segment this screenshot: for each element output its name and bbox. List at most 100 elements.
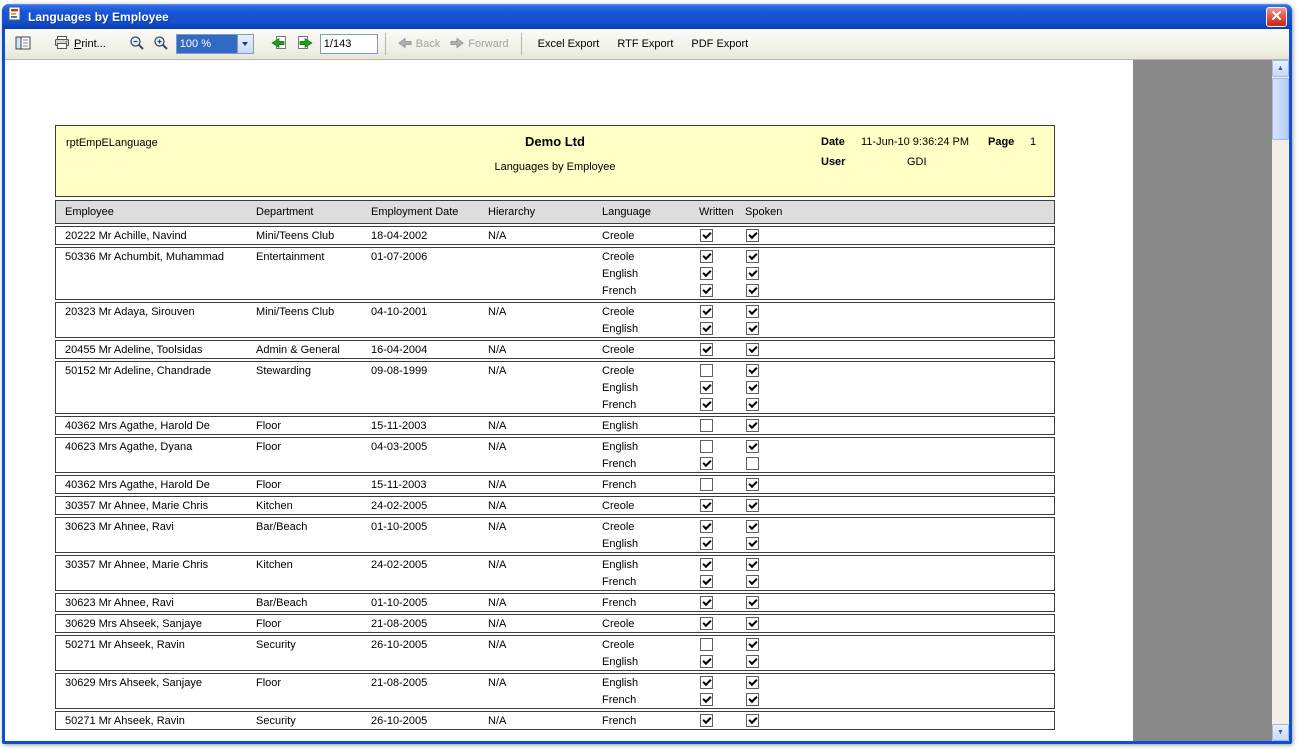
- scroll-down-button[interactable]: ▼: [1272, 724, 1289, 741]
- department-cell: Kitchen: [256, 499, 293, 512]
- table-row: English: [56, 653, 1054, 670]
- table-row: 40362 Mrs Agathe, Harold De Floor 15-11-20…: [56, 476, 1054, 493]
- language-cell: French: [602, 693, 637, 706]
- table-row: French: [56, 282, 1054, 299]
- toggle-group-tree-button[interactable]: [11, 32, 35, 56]
- employment-date-cell: 16-04-2004: [371, 343, 428, 356]
- language-cell: Creole: [602, 520, 635, 533]
- viewer-background: [1133, 60, 1272, 741]
- col-header-hierarchy: Hierarchy: [488, 206, 536, 218]
- written-checkbox: [700, 617, 713, 630]
- employee-group: 30623 Mr Ahnee, Ravi Bar/Beach 01-10-2005 N…: [55, 517, 1055, 553]
- viewer-content: rptEmpELanguage Demo Ltd Languages by Em…: [5, 60, 1289, 741]
- prev-page-button[interactable]: [268, 32, 292, 56]
- date-label: Date: [821, 136, 845, 148]
- spoken-checkbox: [746, 693, 759, 706]
- table-row: 40362 Mrs Agathe, Harold De Floor 15-11-20…: [56, 417, 1054, 434]
- spoken-checkbox: [746, 714, 759, 727]
- written-checkbox: [700, 343, 713, 356]
- zoom-dropdown[interactable]: 100 %: [175, 34, 254, 54]
- written-checkbox: [700, 575, 713, 588]
- department-cell: Floor: [256, 617, 282, 630]
- language-cell: English: [602, 558, 639, 571]
- scroll-up-button[interactable]: ▲: [1272, 60, 1289, 77]
- scrollbar-track[interactable]: [1272, 77, 1289, 724]
- titlebar[interactable]: Languages by Employee: [2, 4, 1292, 29]
- vertical-scrollbar[interactable]: ▲ ▼: [1272, 60, 1289, 741]
- rtf-export-button[interactable]: RTF Export: [608, 32, 682, 56]
- spoken-checkbox: [746, 558, 759, 571]
- toolbar: Print... 100 % 1/143 Back Forward Excel …: [5, 29, 1289, 60]
- forward-button[interactable]: Forward: [445, 32, 513, 56]
- spoken-checkbox: [746, 250, 759, 263]
- prev-page-icon: [271, 35, 289, 54]
- back-button[interactable]: Back: [393, 32, 445, 56]
- report-meta: Date 11-Jun-10 9:36:24 PM Page 1 User GD…: [821, 136, 1046, 168]
- forward-arrow-icon: [450, 37, 465, 52]
- print-label: Print...: [74, 38, 106, 50]
- spoken-checkbox: [746, 537, 759, 550]
- employee-group: 30357 Mr Ahnee, Marie Chris Kitchen 24-02-…: [55, 555, 1055, 591]
- chevron-down-icon[interactable]: [236, 35, 253, 53]
- spoken-checkbox: [746, 617, 759, 630]
- spoken-checkbox: [746, 419, 759, 432]
- language-cell: Creole: [602, 499, 635, 512]
- employee-group: 20222 Mr Achille, Navind Mini/Teens Club 1…: [55, 226, 1055, 245]
- employee-group: 40362 Mrs Agathe, Harold De Floor 15-11-20…: [55, 475, 1055, 494]
- employee-group: 50152 Mr Adeline, Chandrade Stewarding 09-…: [55, 361, 1055, 414]
- language-cell: French: [602, 457, 637, 470]
- spoken-checkbox: [746, 284, 759, 297]
- excel-export-button[interactable]: Excel Export: [529, 32, 609, 56]
- employee-cell: 20323 Mr Adaya, Sirouven: [65, 305, 195, 318]
- spoken-checkbox: [746, 364, 759, 377]
- written-checkbox: [700, 520, 713, 533]
- table-row: 30357 Mr Ahnee, Marie Chris Kitchen 24-02-…: [56, 497, 1054, 514]
- next-page-button[interactable]: [292, 32, 316, 56]
- spoken-checkbox: [746, 575, 759, 588]
- close-button[interactable]: [1266, 6, 1287, 27]
- col-header-department: Department: [256, 206, 314, 218]
- table-row: 40623 Mrs Agathe, Dyana Floor 04-03-2005 N/…: [56, 438, 1054, 455]
- col-header-employment-date: Employment Date: [371, 206, 459, 218]
- employee-cell: 50271 Mr Ahseek, Ravin: [65, 638, 185, 651]
- language-cell: English: [602, 655, 639, 668]
- employee-cell: 30623 Mr Ahnee, Ravi: [65, 596, 174, 609]
- table-row: French: [56, 691, 1054, 708]
- spoken-checkbox: [746, 398, 759, 411]
- table-row: English: [56, 265, 1054, 282]
- print-button[interactable]: Print...: [49, 32, 111, 56]
- language-cell: Creole: [602, 250, 635, 263]
- written-checkbox: [700, 229, 713, 242]
- written-checkbox: [700, 558, 713, 571]
- page-number-input[interactable]: [319, 34, 378, 54]
- department-cell: Floor: [256, 419, 282, 432]
- department-cell: Stewarding: [256, 364, 312, 377]
- col-header-language: Language: [602, 206, 651, 218]
- employee-group: 30623 Mr Ahnee, Ravi Bar/Beach 01-10-2005 N…: [55, 593, 1055, 612]
- scrollbar-thumb[interactable]: [1272, 78, 1289, 140]
- department-cell: Admin & General: [256, 343, 340, 356]
- pdf-export-button[interactable]: PDF Export: [682, 32, 757, 56]
- written-checkbox: [700, 693, 713, 706]
- employee-cell: 20222 Mr Achille, Navind: [65, 229, 187, 242]
- zoom-out-button[interactable]: [125, 32, 149, 56]
- employment-date-cell: 01-07-2006: [371, 250, 428, 263]
- written-checkbox: [700, 714, 713, 727]
- written-checkbox: [700, 537, 713, 550]
- spoken-checkbox: [746, 305, 759, 318]
- zoom-in-button[interactable]: [149, 32, 173, 56]
- col-header-spoken: Spoken: [745, 206, 783, 218]
- close-icon: [1271, 9, 1282, 24]
- employment-date-cell: 15-11-2003: [371, 478, 427, 491]
- forward-label: Forward: [468, 38, 509, 50]
- page-value: 1: [1030, 136, 1037, 148]
- written-checkbox: [700, 284, 713, 297]
- spoken-checkbox: [746, 267, 759, 280]
- hierarchy-cell: N/A: [488, 617, 507, 630]
- department-cell: Floor: [256, 676, 282, 689]
- employee-group: 30629 Mrs Ahseek, Sanjaye Floor 21-08-2005…: [55, 614, 1055, 633]
- written-checkbox: [700, 250, 713, 263]
- language-cell: Creole: [602, 343, 635, 356]
- table-row: 50336 Mr Achumbit, Muhammad Entertainment…: [56, 248, 1054, 265]
- hierarchy-cell: N/A: [488, 558, 507, 571]
